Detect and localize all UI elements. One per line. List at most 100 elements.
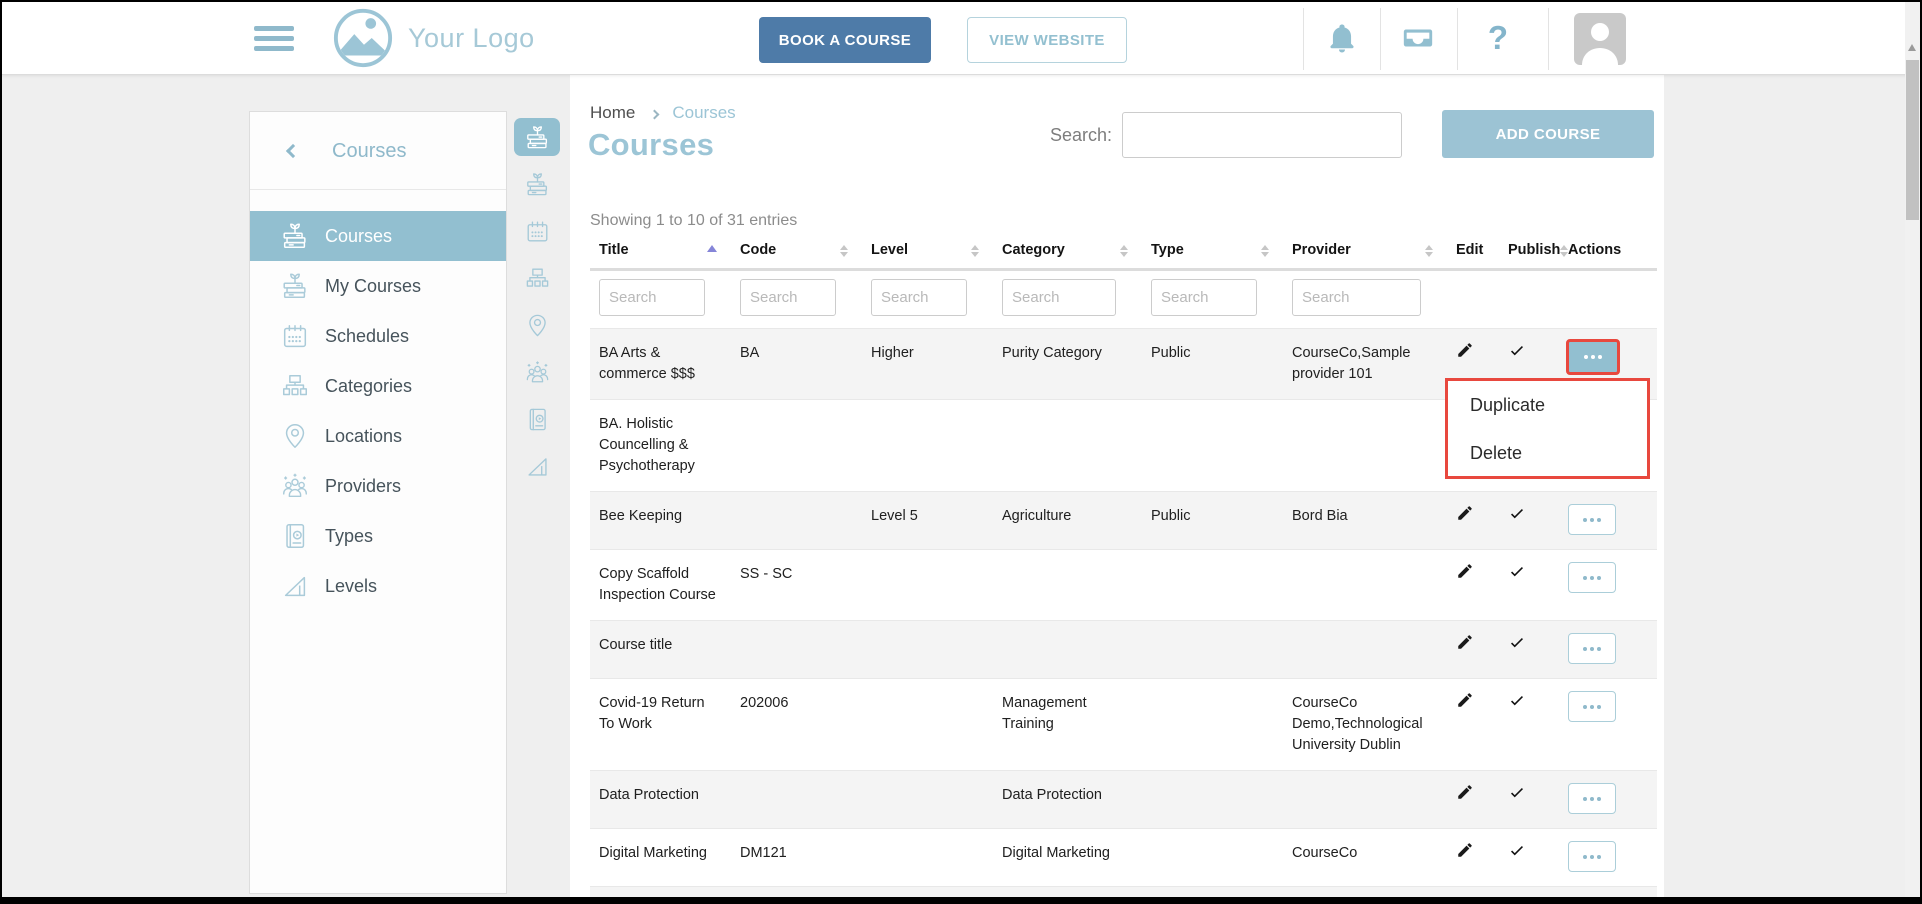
row-actions-button-selected[interactable] <box>1566 339 1620 375</box>
search-input[interactable] <box>1122 112 1402 158</box>
rail-item-providers[interactable] <box>514 349 560 396</box>
row-actions-button[interactable] <box>1568 841 1616 872</box>
sidebar-item-schedules[interactable]: Schedules <box>250 311 506 361</box>
column-header-type[interactable]: Type <box>1142 238 1283 268</box>
column-header-code[interactable]: Code <box>731 238 862 268</box>
publish-check-icon[interactable] <box>1499 621 1559 678</box>
ellipsis-dot <box>1583 576 1587 580</box>
ellipsis-dot <box>1597 576 1601 580</box>
sidebar-item-courses[interactable]: Courses <box>250 211 506 261</box>
book-a-course-button[interactable]: BOOK A COURSE <box>759 17 931 63</box>
edit-pencil-icon[interactable] <box>1447 550 1499 620</box>
column-header-publish[interactable]: Publish <box>1499 238 1559 268</box>
publish-check-icon[interactable] <box>1499 679 1559 770</box>
user-avatar[interactable] <box>1574 13 1626 65</box>
cell-provider <box>1283 550 1447 620</box>
filter-input-provider[interactable] <box>1292 279 1421 316</box>
view-website-button[interactable]: VIEW WEBSITE <box>967 17 1127 63</box>
table-row: Course title <box>590 620 1657 678</box>
cell-title: Diploma in Asset <box>590 887 731 904</box>
inbox-tray-icon[interactable] <box>1398 18 1438 58</box>
ellipsis-dot <box>1597 855 1601 859</box>
column-header-category[interactable]: Category <box>993 238 1142 268</box>
filter-input-title[interactable] <box>599 279 705 316</box>
sidebar-item-providers[interactable]: Providers <box>250 461 506 511</box>
sidebar-item-label: Providers <box>325 476 401 497</box>
sidebar-item-label: Levels <box>325 576 377 597</box>
app-window: Your Logo BOOK A COURSE VIEW WEBSITE ? <box>0 0 1922 904</box>
sidebar-item-levels[interactable]: Levels <box>250 561 506 611</box>
edit-pencil-icon[interactable] <box>1447 492 1499 549</box>
row-actions-button[interactable] <box>1568 562 1616 593</box>
sidebar-item-my-courses[interactable]: My Courses <box>250 261 506 311</box>
filter-input-type[interactable] <box>1151 279 1257 316</box>
row-actions-button[interactable] <box>1568 783 1616 814</box>
cell-type <box>1142 887 1283 904</box>
publish-check-icon[interactable] <box>1499 771 1559 828</box>
ellipsis-dot <box>1584 355 1588 359</box>
levels-icon <box>524 453 551 480</box>
cell-provider <box>1283 400 1447 491</box>
sidebar-item-types[interactable]: Types <box>250 511 506 561</box>
edit-pencil-icon[interactable] <box>1447 771 1499 828</box>
scrollbar-thumb[interactable] <box>1906 60 1919 220</box>
sidebar-item-categories[interactable]: Categories <box>250 361 506 411</box>
menu-item-delete[interactable]: Delete <box>1448 429 1647 477</box>
help-icon[interactable]: ? <box>1478 18 1518 58</box>
filter-cell <box>1283 279 1447 328</box>
publish-check-icon[interactable] <box>1499 492 1559 549</box>
filter-input-code[interactable] <box>740 279 836 316</box>
publish-check-icon[interactable] <box>1499 550 1559 620</box>
cell-category: Agriculture <box>993 492 1142 549</box>
hamburger-menu-icon[interactable] <box>254 26 294 53</box>
rail-item-schedules[interactable] <box>514 208 560 255</box>
cell-level <box>862 829 993 886</box>
rail-item-types[interactable] <box>514 396 560 443</box>
notifications-bell-icon[interactable] <box>1322 18 1362 58</box>
header-divider <box>1380 8 1381 70</box>
cell-type <box>1142 829 1283 886</box>
scrollbar-up-arrow-icon[interactable] <box>1908 44 1916 51</box>
edit-pencil-icon[interactable] <box>1447 829 1499 886</box>
row-actions-button[interactable] <box>1568 899 1616 904</box>
row-actions-button[interactable] <box>1568 633 1616 664</box>
courses-table: TitleCodeLevelCategoryTypeProviderEditPu… <box>590 238 1657 904</box>
rail-item-categories[interactable] <box>514 255 560 302</box>
pencil-icon <box>1456 841 1474 859</box>
publish-check-icon[interactable] <box>1499 829 1559 886</box>
row-actions-button[interactable] <box>1568 504 1616 535</box>
logo[interactable]: Your Logo <box>332 7 535 69</box>
menu-item-duplicate[interactable]: Duplicate <box>1448 381 1647 429</box>
publish-check-icon[interactable] <box>1499 887 1559 904</box>
cell-code <box>731 400 862 491</box>
filter-input-category[interactable] <box>1002 279 1116 316</box>
column-header-label: Category <box>1002 242 1065 258</box>
sidebar-item-locations[interactable]: Locations <box>250 411 506 461</box>
filter-input-level[interactable] <box>871 279 967 316</box>
edit-pencil-icon[interactable] <box>1447 679 1499 770</box>
rail-item-locations[interactable] <box>514 302 560 349</box>
add-course-button[interactable]: ADD COURSE <box>1442 110 1654 158</box>
rail-item-my-courses[interactable] <box>514 161 560 208</box>
edit-pencil-icon[interactable] <box>1447 887 1499 904</box>
row-actions-button[interactable] <box>1568 691 1616 722</box>
filter-cell <box>1447 279 1499 328</box>
edit-pencil-icon[interactable] <box>1447 621 1499 678</box>
courses-icon <box>280 221 310 251</box>
cell-type <box>1142 621 1283 678</box>
cell-provider <box>1283 887 1447 904</box>
sidebar-back-header[interactable]: Courses <box>250 112 506 190</box>
ellipsis-dot <box>1590 647 1594 651</box>
column-header-level[interactable]: Level <box>862 238 993 268</box>
rail-item-levels[interactable] <box>514 443 560 490</box>
rail-item-courses[interactable] <box>514 118 560 156</box>
column-header-provider[interactable]: Provider <box>1283 238 1447 268</box>
cell-category: Digital Marketing <box>993 829 1142 886</box>
vertical-scrollbar[interactable] <box>1905 2 1920 897</box>
breadcrumb-home-link[interactable]: Home <box>590 103 635 123</box>
check-icon <box>1508 562 1526 580</box>
cell-type <box>1142 400 1283 491</box>
my-courses-icon <box>280 271 310 301</box>
cell-actions <box>1559 550 1657 620</box>
column-header-title[interactable]: Title <box>590 238 731 268</box>
